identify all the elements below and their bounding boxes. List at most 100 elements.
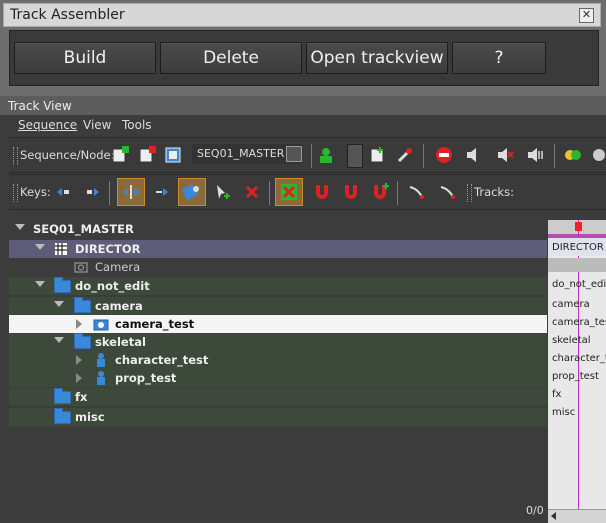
layer-add-icon[interactable] — [562, 144, 584, 166]
tree-row-skeletal[interactable]: skeletal — [9, 333, 547, 351]
node-tree: SEQ01_MASTER DIRECTOR Camera do_not_edit… — [9, 220, 547, 521]
toolbar-separator — [397, 181, 398, 205]
toolbar-separator — [109, 181, 110, 205]
keys-toolbar: Keys: Tracks: — [9, 174, 606, 210]
toolbar-separator — [269, 181, 270, 205]
expand-arrow-icon[interactable] — [15, 224, 25, 230]
folder-icon — [74, 333, 91, 349]
track-assembler-body: Build Delete Open trackview ? — [9, 30, 599, 86]
toolbar-grip[interactable] — [467, 184, 472, 202]
add-entity-icon[interactable] — [315, 144, 337, 166]
curve-tangent-icon[interactable] — [406, 181, 428, 203]
tree-label: skeletal — [95, 335, 146, 349]
tree-row-misc[interactable]: misc — [9, 408, 547, 426]
menu-view[interactable]: View — [83, 118, 111, 132]
timeline-label: camera — [552, 299, 590, 310]
tree-row-camera-track[interactable]: Camera — [9, 258, 547, 276]
magnet-tick-icon[interactable] — [369, 181, 391, 203]
mute-all-icon[interactable] — [524, 144, 546, 166]
open-trackview-button[interactable]: Open trackview — [306, 42, 448, 74]
menu-tools[interactable]: Tools — [122, 118, 152, 132]
tree-label: misc — [75, 410, 105, 424]
expand-arrow-icon[interactable] — [35, 244, 45, 250]
mute-icon[interactable] — [494, 144, 516, 166]
track-view-content: Sequence View Tools Sequence/Node: SEQ01… — [9, 115, 606, 523]
build-button[interactable]: Build — [14, 42, 156, 74]
dropdown-icon[interactable] — [347, 144, 363, 168]
sequence-icon[interactable] — [163, 144, 185, 166]
timeline-keys-row — [548, 258, 606, 272]
track-assembler-panel: Track Assembler ✕ Build Delete Open trac… — [0, 0, 606, 96]
tree-row-prop-test[interactable]: prop_test — [9, 369, 547, 387]
tree-label: camera — [95, 299, 143, 313]
toolbar-separator — [554, 144, 555, 168]
curve-linear-icon[interactable] — [437, 181, 459, 203]
tree-label: SEQ01_MASTER — [33, 222, 134, 236]
tree-label: do_not_edit — [75, 279, 150, 293]
tree-row-character-test[interactable]: character_test — [9, 351, 547, 369]
tool-icon[interactable] — [394, 144, 416, 166]
folder-icon — [54, 388, 71, 404]
folder-icon — [54, 408, 71, 424]
add-node-icon[interactable] — [109, 144, 131, 166]
move-keys-icon[interactable] — [117, 178, 145, 206]
tree-row-camera-folder[interactable]: camera — [9, 297, 547, 315]
tree-row-seq01-master[interactable]: SEQ01_MASTER — [9, 220, 547, 238]
sequence-combobox[interactable]: SEQ01_MASTER — [192, 144, 302, 164]
no-snap-icon[interactable] — [275, 178, 303, 206]
expand-arrow-icon[interactable] — [35, 281, 45, 287]
stop-icon[interactable] — [433, 144, 455, 166]
tree-label: fx — [75, 390, 88, 404]
expand-arrow-icon[interactable] — [76, 373, 82, 383]
magnet-frame-icon[interactable] — [340, 181, 362, 203]
tree-label: character_test — [115, 353, 209, 367]
timeline-panel[interactable]: DIRECTOR do_not_edit camera camera_test … — [548, 220, 606, 523]
next-key-icon[interactable] — [81, 181, 103, 203]
remove-node-icon[interactable] — [136, 144, 158, 166]
slide-keys-icon[interactable] — [152, 181, 174, 203]
delete-button[interactable]: Delete — [160, 42, 302, 74]
toolbar-separator — [311, 144, 312, 168]
menu-sequence[interactable]: Sequence — [18, 118, 77, 132]
expand-arrow-icon[interactable] — [76, 319, 82, 329]
expand-arrow-icon[interactable] — [54, 301, 64, 307]
tree-label: DIRECTOR — [75, 242, 141, 256]
add-key-icon[interactable] — [211, 181, 233, 203]
camera-icon — [74, 262, 88, 273]
prev-key-icon[interactable] — [53, 181, 75, 203]
help-button[interactable]: ? — [452, 42, 546, 74]
folder-icon — [74, 297, 91, 313]
sequence-combobox-value: SEQ01_MASTER — [197, 147, 285, 160]
camera-icon — [93, 319, 109, 331]
settings-icon[interactable] — [589, 144, 606, 166]
magnet-icon[interactable] — [311, 181, 333, 203]
expand-arrow-icon[interactable] — [54, 337, 64, 343]
timeline-cursor-handle[interactable] — [575, 222, 582, 231]
sequence-node-label: Sequence/Node: — [20, 148, 115, 162]
tree-row-fx[interactable]: fx — [9, 388, 547, 406]
sound-icon[interactable] — [463, 144, 485, 166]
tree-row-do-not-edit[interactable]: do_not_edit — [9, 277, 547, 295]
timeline-label-director: DIRECTOR — [552, 242, 604, 253]
timeline-label: fx — [552, 389, 562, 400]
timeline-label: character_test — [552, 353, 606, 364]
track-view-titlebar: Track View — [0, 96, 606, 115]
add-track-icon[interactable] — [366, 144, 388, 166]
close-icon[interactable]: ✕ — [579, 8, 594, 23]
toolbar-grip[interactable] — [13, 147, 18, 165]
keys-label: Keys: — [20, 185, 51, 199]
timeline-scrollbar[interactable] — [548, 509, 606, 523]
tree-row-camera-test[interactable]: camera_test — [9, 315, 547, 333]
timeline-label: camera_test — [552, 317, 606, 328]
toolbar-grip[interactable] — [13, 184, 18, 202]
chevron-down-icon[interactable] — [286, 146, 302, 162]
tree-row-director[interactable]: DIRECTOR — [9, 240, 547, 258]
track-assembler-title: Track Assembler — [10, 7, 125, 23]
sequence-toolbar: Sequence/Node: SEQ01_MASTER — [9, 137, 606, 173]
scale-keys-icon[interactable] — [178, 178, 206, 206]
expand-arrow-icon[interactable] — [76, 355, 82, 365]
track-view-panel: Track View Sequence View Tools Sequence/… — [0, 96, 606, 523]
director-icon — [55, 243, 67, 255]
delete-key-icon[interactable] — [241, 181, 263, 203]
scroll-left-icon[interactable] — [551, 512, 556, 520]
